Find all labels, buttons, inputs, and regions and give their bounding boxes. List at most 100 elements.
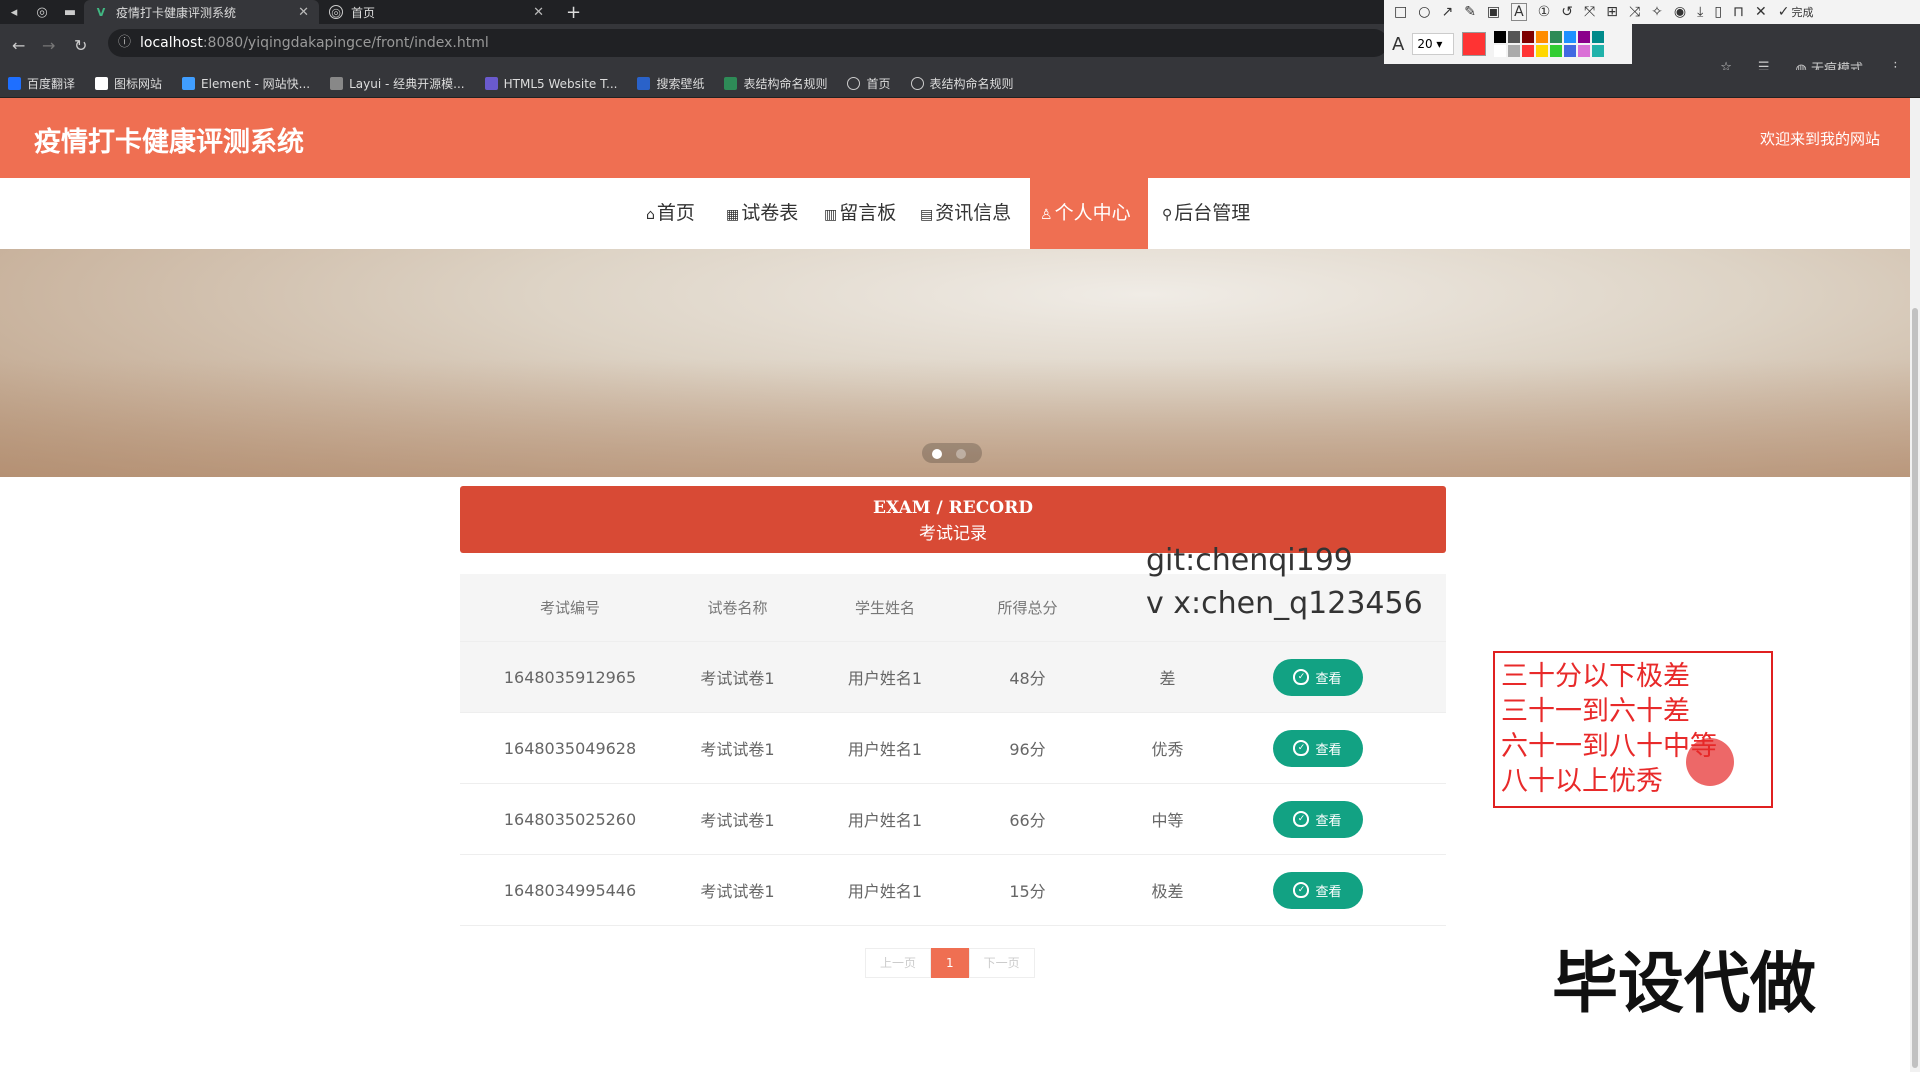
nav-admin[interactable]: ⚲ 后台管理 — [1152, 178, 1260, 249]
palette-swatch[interactable] — [1494, 45, 1507, 57]
view-button[interactable]: ✓ 查看 — [1272, 658, 1363, 696]
main-nav: ⌂ 首页 ▦ 试卷表 ▥ 留言板 ▤ 资讯信息 ♙ 个人中心 ⚲ 后台管理 — [0, 178, 1910, 249]
bookmark-item[interactable]: Element - 网站快... — [182, 75, 310, 92]
vue-icon: V — [96, 5, 106, 19]
forward-icon[interactable]: → — [42, 36, 55, 55]
bookmark-item[interactable]: HTML5 Website T... — [484, 77, 617, 91]
font-size-select[interactable]: 20 ▾ — [1412, 33, 1455, 55]
translate-icon[interactable]: ⤨ — [1629, 4, 1640, 20]
cancel-icon[interactable]: ✕ — [1755, 4, 1767, 20]
grading-note: 三十分以下极差 三十一到六十差 六十一到八十中等 八十以上优秀 — [1493, 651, 1773, 808]
palette-swatch[interactable] — [1550, 45, 1563, 57]
shield-check-icon: ✓ — [1293, 882, 1310, 898]
level-cell: 极差 — [1151, 882, 1184, 901]
palette-swatch[interactable] — [1508, 45, 1521, 57]
palette-swatch[interactable] — [1564, 31, 1577, 43]
rectangle-tool-icon[interactable]: □ — [1394, 4, 1407, 20]
copy-icon[interactable]: ▯ — [1714, 4, 1722, 20]
palette-swatch[interactable] — [1522, 45, 1535, 57]
bookmark-item[interactable]: 表结构命名规则 — [910, 75, 1014, 92]
page-number-button[interactable]: 1 — [931, 948, 969, 978]
bookmark-item[interactable]: 百度翻译 — [8, 75, 75, 92]
color-palette[interactable] — [1494, 31, 1605, 57]
paper-name-cell: 考试试卷1 — [700, 669, 775, 688]
page-scrollbar[interactable] — [1910, 98, 1920, 1072]
palette-swatch[interactable] — [1550, 31, 1563, 43]
ellipse-tool-icon[interactable]: ○ — [1418, 4, 1430, 20]
media-icon[interactable]: ◂ — [0, 0, 28, 24]
banner-carousel[interactable] — [0, 249, 1910, 477]
close-icon[interactable]: ✕ — [533, 5, 544, 20]
column-header: 所得总分 — [997, 599, 1058, 617]
globe-icon[interactable]: ◎ — [28, 0, 56, 24]
bookmark-item[interactable]: Layui - 经典开源模... — [330, 75, 465, 92]
bookmark-item[interactable]: 搜索壁纸 — [637, 75, 704, 92]
palette-swatch[interactable] — [1578, 31, 1591, 43]
column-header: 考试编号 — [539, 599, 600, 617]
crop-icon[interactable]: ⤧ — [1584, 4, 1595, 20]
palette-swatch[interactable] — [1564, 45, 1577, 57]
mosaic-tool-icon[interactable]: ▣ — [1487, 4, 1500, 20]
record-icon[interactable]: ◉ — [1674, 4, 1686, 20]
undo-icon[interactable]: ↺ — [1561, 4, 1573, 20]
next-page-button[interactable]: 下一页 — [968, 948, 1035, 978]
download-icon[interactable]: ⤓ — [1697, 4, 1703, 20]
news-icon: ▤ — [920, 207, 934, 223]
table-row: 1648035049628 考试试卷1 用户姓名1 96分 优秀 ✓ 查看 — [460, 713, 1446, 784]
score-cell: 48分 — [1009, 669, 1046, 688]
view-button[interactable]: ✓ 查看 — [1272, 800, 1363, 838]
nav-home[interactable]: ⌂ 首页 — [636, 178, 705, 249]
palette-swatch[interactable] — [1536, 31, 1549, 43]
column-header: 学生姓名 — [854, 599, 915, 617]
text-tool-icon[interactable]: A — [1511, 3, 1527, 21]
level-cell: 优秀 — [1151, 740, 1184, 759]
student-name-cell: 用户姓名1 — [847, 669, 923, 688]
current-color-swatch[interactable] — [1462, 32, 1487, 56]
nav-papers[interactable]: ▦ 试卷表 — [716, 178, 808, 249]
browser-tab-app[interactable]: V 疫情打卡健康评测系统 ✕ — [84, 0, 319, 24]
palette-swatch[interactable] — [1592, 45, 1605, 57]
browser-tab-home[interactable]: ◎ 首页 ✕ — [319, 0, 554, 24]
view-button[interactable]: ✓ 查看 — [1272, 729, 1363, 767]
promo-text: 毕设代做 — [1552, 945, 1816, 1022]
pin-icon[interactable]: ✧ — [1651, 4, 1663, 20]
carousel-dot-active[interactable] — [932, 449, 942, 459]
arrow-tool-icon[interactable]: ↗ — [1441, 4, 1453, 20]
pen-tool-icon[interactable]: ✎ — [1464, 4, 1476, 20]
exam-id-cell: 1648035912965 — [503, 667, 637, 687]
browser-tab-title: 首页 — [351, 5, 376, 20]
prev-page-button[interactable]: 上一页 — [865, 948, 932, 978]
close-icon[interactable]: ✕ — [298, 5, 309, 20]
scrollbar-thumb[interactable] — [1912, 308, 1918, 1068]
carousel-dot[interactable] — [956, 449, 966, 459]
exam-record-table: 考试编号 试卷名称 学生姓名 所得总分 1648035912965 考试试卷1 … — [460, 574, 1446, 926]
palette-swatch[interactable] — [1508, 31, 1521, 43]
ocr-icon[interactable]: ⊞ — [1606, 4, 1618, 20]
bookmark-item[interactable]: 图标网站 — [95, 75, 162, 92]
palette-swatch[interactable] — [1592, 31, 1605, 43]
new-tab-button[interactable]: + — [566, 2, 581, 23]
shield-check-icon: ✓ — [1293, 740, 1310, 756]
view-button[interactable]: ✓ 查看 — [1272, 871, 1363, 909]
palette-swatch[interactable] — [1536, 45, 1549, 57]
bookmark-item[interactable]: 首页 — [847, 75, 891, 92]
bookmark-icon[interactable]: ⊓ — [1733, 4, 1744, 20]
palette-swatch[interactable] — [1522, 31, 1535, 43]
column-header: 试卷名称 — [707, 599, 768, 617]
done-button[interactable]: ✓ 完成 — [1778, 4, 1814, 20]
back-icon[interactable]: ← — [12, 36, 25, 55]
reload-icon[interactable]: ↻ — [74, 36, 87, 55]
nav-message-board[interactable]: ▥ 留言板 — [814, 178, 906, 249]
student-name-cell: 用户姓名1 — [847, 740, 923, 759]
nav-personal-center[interactable]: ♙ 个人中心 — [1030, 178, 1148, 249]
bookmark-item[interactable]: 表结构命名规则 — [724, 75, 827, 92]
nav-news[interactable]: ▤ 资讯信息 — [910, 178, 1021, 249]
info-icon[interactable]: ⓘ — [118, 29, 131, 57]
palette-swatch[interactable] — [1578, 45, 1591, 57]
palette-swatch[interactable] — [1494, 31, 1507, 43]
address-bar[interactable]: ⓘ localhost:8080/yiqingdakapingce/front/… — [108, 29, 1388, 57]
number-tool-icon[interactable]: ① — [1538, 4, 1551, 20]
site-title: 疫情打卡健康评测系统 — [34, 127, 304, 158]
tab-search-icon[interactable]: ▬ — [56, 0, 84, 24]
pagination: 上一页 1 下一页 — [865, 948, 1035, 978]
